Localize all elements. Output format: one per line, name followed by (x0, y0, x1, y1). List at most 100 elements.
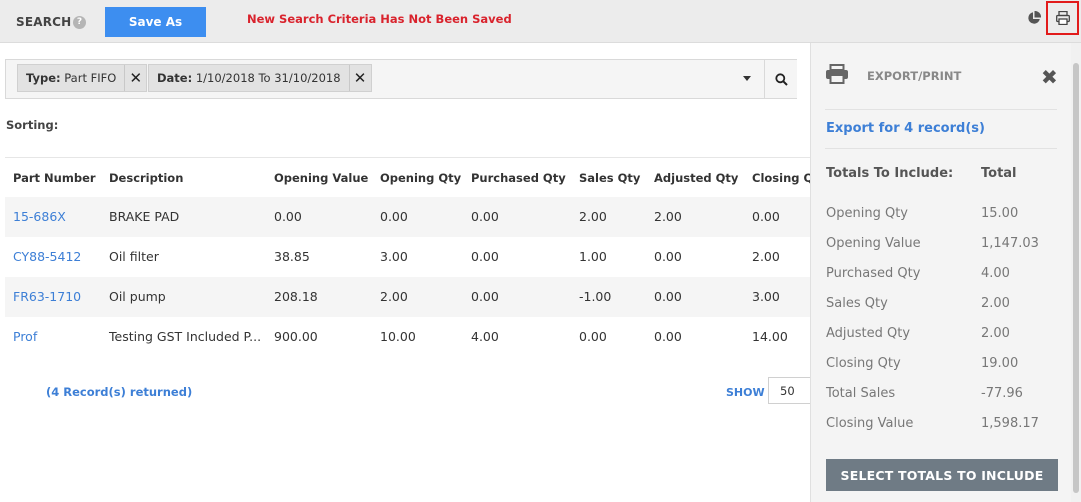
column-header[interactable]: Adjusted Qty (654, 171, 738, 185)
table-header: Part Number Description Opening Value Op… (5, 157, 826, 197)
filter-chip-value: Part FIFO (64, 71, 117, 85)
total-value: 4.00 (981, 266, 1010, 281)
sorting-label: Sorting: (6, 118, 59, 132)
records-returned-count: (4 Record(s) returned) (46, 385, 193, 399)
export-records-link[interactable]: Export for 4 record(s) (826, 121, 985, 136)
table-cell: 38.85 (274, 249, 310, 264)
table-cell: 0.00 (471, 209, 499, 224)
total-value: 1,598.17 (981, 416, 1039, 431)
table-cell: 2.00 (579, 209, 607, 224)
total-row: Opening Value 1,147.03 (811, 236, 1072, 266)
total-column-heading: Total (981, 166, 1017, 181)
column-header[interactable]: Part Number (13, 171, 96, 185)
table-row[interactable]: Prof Testing GST Included P... 900.00 10… (5, 317, 810, 357)
table-cell: -1.00 (579, 289, 612, 304)
table-cell: 3.00 (380, 249, 408, 264)
pie-chart-icon[interactable] (1027, 11, 1041, 25)
print-button[interactable] (1046, 1, 1079, 35)
table-row[interactable]: 15-686X BRAKE PAD 0.00 0.00 0.00 2.00 2.… (5, 197, 810, 237)
remove-filter-icon[interactable]: ✕ (348, 65, 371, 91)
total-label: Adjusted Qty (826, 326, 911, 341)
table-cell: 0.00 (471, 289, 499, 304)
column-header[interactable]: Purchased Qty (471, 171, 566, 185)
scrollbar-thumb[interactable] (1073, 63, 1079, 493)
table-cell: Oil pump (109, 289, 166, 304)
table-cell: 10.00 (380, 329, 416, 344)
part-number-link[interactable]: CY88-5412 (13, 249, 81, 264)
close-icon[interactable]: ✖ (1041, 67, 1058, 87)
top-toolbar: SEARCH ? Save As New Search Criteria Has… (0, 0, 1081, 43)
table-row[interactable]: FR63-1710 Oil pump 208.18 2.00 0.00 -1.0… (5, 277, 810, 317)
total-value: 2.00 (981, 326, 1010, 341)
filter-chip-value: 1/10/2018 To 31/10/2018 (195, 71, 341, 85)
table-row[interactable]: CY88-5412 Oil filter 38.85 3.00 0.00 1.0… (5, 237, 810, 277)
table-cell: Oil filter (109, 249, 159, 264)
part-number-link[interactable]: FR63-1710 (13, 289, 81, 304)
filter-chip-type: Type: Part FIFO ✕ (17, 64, 148, 92)
totals-to-include-heading: Totals To Include: (826, 166, 954, 181)
table-cell: 900.00 (274, 329, 318, 344)
remove-filter-icon[interactable]: ✕ (124, 65, 146, 91)
total-row: Closing Value 1,598.17 (811, 416, 1072, 446)
panel-title: EXPORT/PRINT (867, 69, 962, 83)
printer-icon (1056, 11, 1070, 25)
total-value: 19.00 (981, 356, 1019, 371)
chevron-down-icon[interactable] (743, 76, 751, 81)
page-size-select[interactable]: 50 (768, 377, 812, 404)
table-cell: 4.00 (471, 329, 499, 344)
column-header[interactable]: Opening Value (274, 171, 368, 185)
total-label: Opening Qty (826, 206, 908, 221)
table-cell: 0.00 (579, 329, 607, 344)
total-label: Purchased Qty (826, 266, 921, 281)
search-filter-bar[interactable]: Type: Part FIFO ✕ Date: 1/10/2018 To 31/… (5, 59, 797, 99)
table-cell: 0.00 (471, 249, 499, 264)
divider (825, 109, 1057, 110)
part-number-link[interactable]: Prof (13, 329, 37, 344)
save-as-button[interactable]: Save As (105, 7, 206, 37)
table-cell: 2.00 (380, 289, 408, 304)
search-button[interactable] (764, 60, 797, 98)
total-value: 2.00 (981, 296, 1010, 311)
total-value: 1,147.03 (981, 236, 1039, 251)
column-header[interactable]: Description (109, 171, 183, 185)
total-row: Sales Qty 2.00 (811, 296, 1072, 326)
table-cell: 3.00 (752, 289, 780, 304)
show-label: SHOW (726, 386, 765, 399)
table-cell: BRAKE PAD (109, 209, 180, 224)
column-header[interactable]: Sales Qty (579, 171, 640, 185)
total-row: Adjusted Qty 2.00 (811, 326, 1072, 356)
table-cell: 0.00 (654, 249, 682, 264)
table-cell: 208.18 (274, 289, 318, 304)
table-cell: 14.00 (752, 329, 788, 344)
table-cell: Testing GST Included P... (109, 329, 262, 344)
column-header[interactable]: Opening Qty (380, 171, 461, 185)
search-title: SEARCH (16, 15, 72, 29)
table-cell: 0.00 (380, 209, 408, 224)
total-label: Closing Qty (826, 356, 901, 371)
filter-chip-date: Date: 1/10/2018 To 31/10/2018 ✕ (148, 64, 372, 92)
divider (825, 148, 1057, 149)
table-cell: 0.00 (274, 209, 302, 224)
table-cell: 0.00 (654, 329, 682, 344)
table-cell: 1.00 (579, 249, 607, 264)
results-table: Part Number Description Opening Value Op… (5, 157, 826, 357)
table-cell: 2.00 (654, 209, 682, 224)
scrollbar[interactable] (1071, 43, 1081, 502)
printer-icon (826, 64, 848, 84)
filter-chip-key: Date: (157, 71, 193, 85)
total-row: Closing Qty 19.00 (811, 356, 1072, 386)
table-cell: 0.00 (654, 289, 682, 304)
total-row: Total Sales -77.96 (811, 386, 1072, 416)
select-totals-button[interactable]: SELECT TOTALS TO INCLUDE (826, 459, 1058, 491)
total-value: -77.96 (981, 386, 1023, 401)
total-label: Opening Value (826, 236, 921, 251)
filter-chip-key: Type: (26, 71, 61, 85)
total-label: Sales Qty (826, 296, 888, 311)
unsaved-criteria-message: New Search Criteria Has Not Been Saved (247, 12, 512, 26)
help-icon[interactable]: ? (73, 16, 86, 29)
total-label: Closing Value (826, 416, 914, 431)
part-number-link[interactable]: 15-686X (13, 209, 66, 224)
total-label: Total Sales (826, 386, 896, 401)
total-value: 15.00 (981, 206, 1019, 221)
table-cell: 0.00 (752, 209, 780, 224)
